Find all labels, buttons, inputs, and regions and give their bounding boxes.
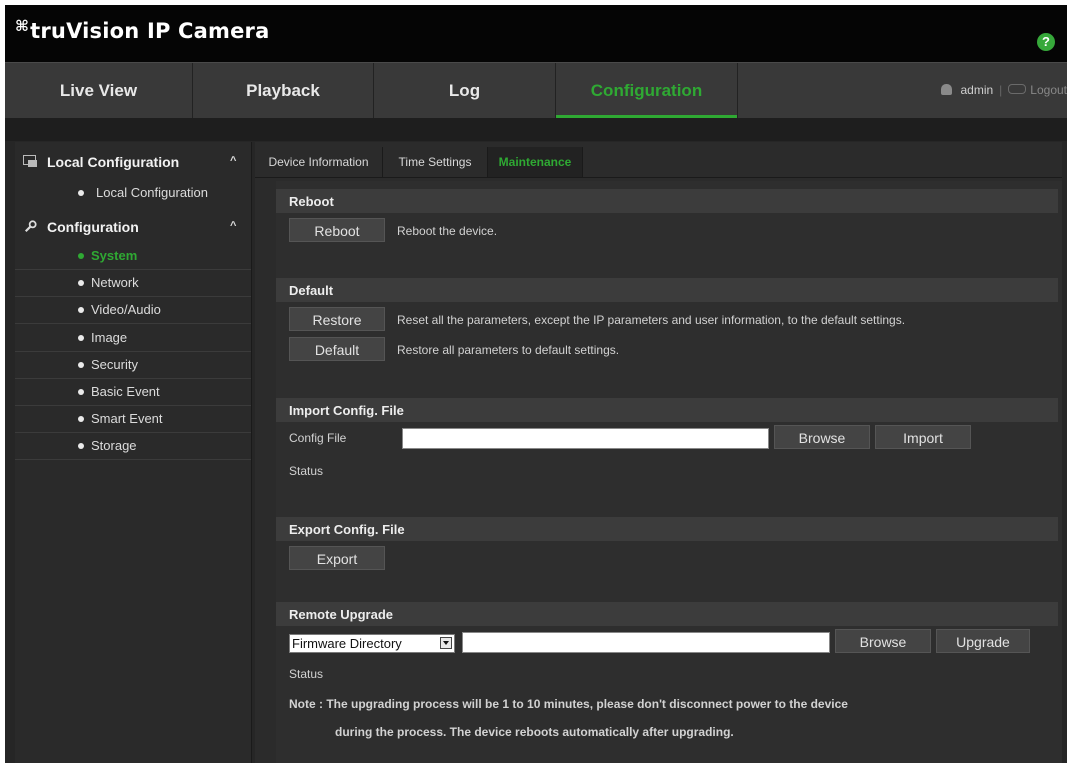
nav-divider xyxy=(5,118,1067,141)
sidebar-item-storage[interactable]: Storage xyxy=(15,433,251,460)
sidebar-section-label: Local Configuration xyxy=(47,154,180,170)
sidebar-item-smart-event[interactable]: Smart Event xyxy=(15,406,251,433)
import-header: Import Config. File xyxy=(276,398,1058,422)
sidebar-item-label: Image xyxy=(91,330,128,345)
section-title: Remote Upgrade xyxy=(289,607,394,622)
sidebar-section-configuration[interactable]: Configuration ^ xyxy=(15,212,251,242)
user-area: admin | Logout xyxy=(941,63,1067,118)
bullet-icon xyxy=(78,443,84,449)
bullet-icon xyxy=(78,362,84,368)
sidebar-item-basic-event[interactable]: Basic Event xyxy=(15,379,251,406)
bullet-icon xyxy=(78,416,84,422)
username: admin xyxy=(960,83,994,97)
tab-configuration[interactable]: Configuration xyxy=(556,63,738,118)
browse-firmware-button[interactable]: Browse xyxy=(835,629,931,653)
bullet-icon xyxy=(78,307,84,313)
select-value: Firmware Directory xyxy=(292,636,402,651)
tab-maintenance[interactable]: Maintenance xyxy=(488,147,583,177)
chevron-up-icon[interactable]: ^ xyxy=(230,220,236,232)
upgrade-header: Remote Upgrade xyxy=(276,602,1058,626)
sidebar-item-label: Security xyxy=(91,357,138,372)
default-description: Restore all parameters to default settin… xyxy=(397,343,620,357)
wrench-icon xyxy=(24,220,37,233)
bullet-icon xyxy=(78,190,84,196)
sidebar-item-local-configuration[interactable]: Local Configuration xyxy=(15,180,251,206)
bullet-icon xyxy=(78,389,84,395)
default-button[interactable]: Default xyxy=(289,337,385,361)
sidebar-item-label: System xyxy=(91,248,138,263)
restore-description: Reset all the parameters, except the IP … xyxy=(397,313,906,327)
sidebar-item-video-audio[interactable]: Video/Audio xyxy=(15,297,251,324)
maintenance-panel: Reboot Reboot Reboot the device. Default… xyxy=(276,181,1062,763)
tab-time-settings[interactable]: Time Settings xyxy=(383,147,488,177)
export-button[interactable]: Export xyxy=(289,546,385,570)
sidebar-item-label: Local Configuration xyxy=(96,185,209,200)
local-config-icon xyxy=(23,155,37,167)
bullet-icon xyxy=(78,280,84,286)
sidebar-section-label: Configuration xyxy=(47,219,139,235)
export-header: Export Config. File xyxy=(276,517,1058,541)
default-header: Default xyxy=(276,278,1058,302)
browse-config-button[interactable]: Browse xyxy=(774,425,870,449)
tab-live-view[interactable]: Live View xyxy=(5,63,193,118)
config-file-input[interactable] xyxy=(402,428,769,449)
sidebar-item-system[interactable]: System xyxy=(15,243,251,270)
upgrade-note-line1: Note : The upgrading process will be 1 t… xyxy=(289,697,848,711)
separator: | xyxy=(999,83,1003,97)
sidebar-item-security[interactable]: Security xyxy=(15,352,251,379)
tab-log[interactable]: Log xyxy=(374,63,556,118)
reboot-description: Reboot the device. xyxy=(397,224,498,238)
bullet-icon xyxy=(78,335,84,341)
bullet-icon xyxy=(78,253,84,259)
chevron-up-icon[interactable]: ^ xyxy=(230,155,236,167)
dropdown-arrow-icon[interactable] xyxy=(440,637,452,649)
sidebar-item-label: Network xyxy=(91,275,139,290)
sidebar-item-image[interactable]: Image xyxy=(15,325,251,352)
import-status-label: Status xyxy=(289,464,324,478)
main-content: Device Information Time Settings Mainten… xyxy=(255,142,1062,763)
logout-icon[interactable] xyxy=(1008,84,1027,94)
main-nav: Live View Playback Log Configuration adm… xyxy=(5,62,1067,119)
section-title: Import Config. File xyxy=(289,403,404,418)
logout-link[interactable]: Logout xyxy=(1030,83,1067,97)
reboot-button[interactable]: Reboot xyxy=(289,218,385,242)
sidebar-item-network[interactable]: Network xyxy=(15,270,251,297)
app-title: truVision IP Camera xyxy=(30,19,270,43)
upgrade-button[interactable]: Upgrade xyxy=(936,629,1030,653)
tab-playback[interactable]: Playback xyxy=(193,63,374,118)
user-icon xyxy=(941,84,953,95)
sidebar: Local Configuration ^ Local Configuratio… xyxy=(15,142,252,763)
sidebar-item-label: Basic Event xyxy=(91,384,160,399)
help-icon[interactable]: ? xyxy=(1037,33,1055,51)
logo-icon: ⌘ xyxy=(15,17,30,35)
app-frame: ⌘truVision IP Camera ? Live View Playbac… xyxy=(5,5,1067,763)
section-title: Default xyxy=(289,283,334,298)
firmware-path-input[interactable] xyxy=(462,632,830,653)
sidebar-item-label: Storage xyxy=(91,438,137,453)
top-bar: ⌘truVision IP Camera ? xyxy=(5,5,1067,62)
app-logo: ⌘truVision IP Camera xyxy=(15,17,270,43)
section-title: Export Config. File xyxy=(289,522,405,537)
section-title: Reboot xyxy=(289,194,334,209)
firmware-type-select[interactable]: Firmware Directory xyxy=(289,634,455,653)
tab-device-information[interactable]: Device Information xyxy=(255,147,383,177)
tab-divider xyxy=(255,177,1062,178)
sidebar-item-label: Video/Audio xyxy=(91,302,161,317)
restore-button[interactable]: Restore xyxy=(289,307,385,331)
sidebar-section-local[interactable]: Local Configuration ^ xyxy=(15,147,251,177)
config-file-label: Config File xyxy=(289,431,347,445)
upgrade-note-line2: during the process. The device reboots a… xyxy=(335,725,734,739)
sidebar-item-label: Smart Event xyxy=(91,411,163,426)
upgrade-status-label: Status xyxy=(289,667,324,681)
reboot-header: Reboot xyxy=(276,189,1058,213)
import-button[interactable]: Import xyxy=(875,425,971,449)
